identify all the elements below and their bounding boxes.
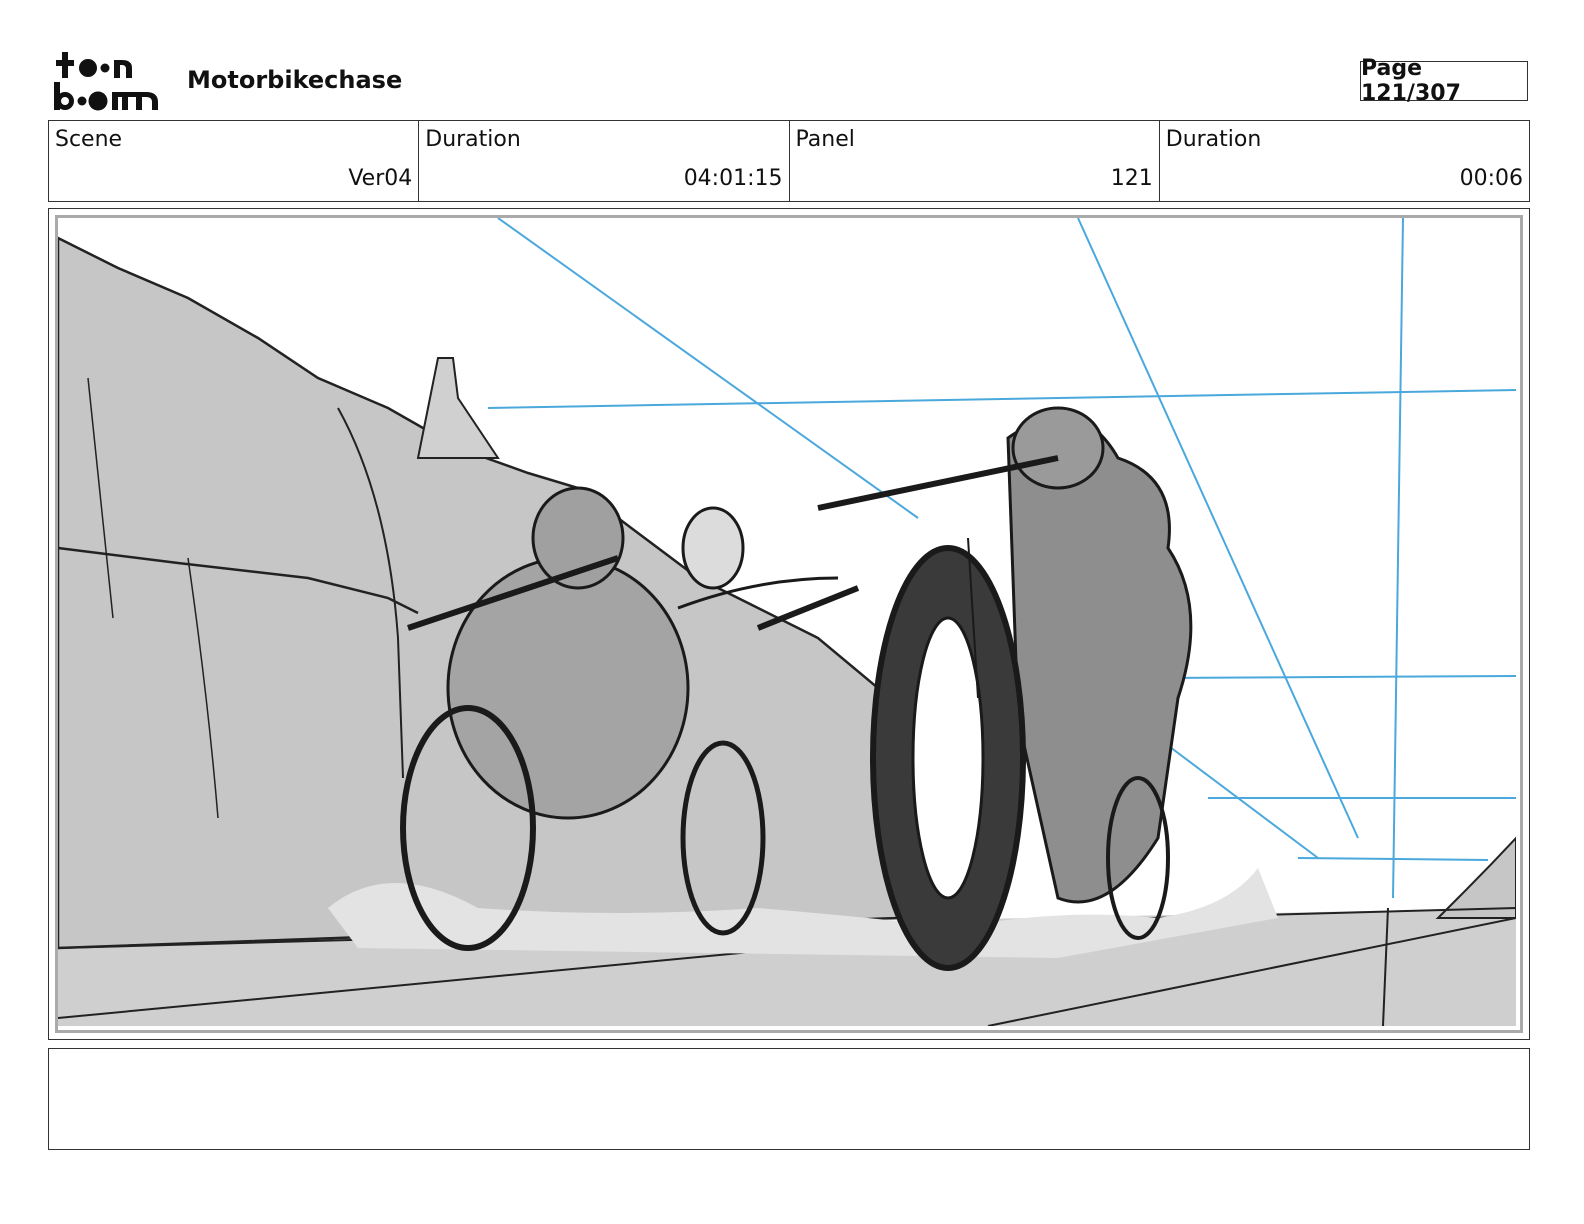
toonboom-logo <box>50 50 166 112</box>
panel-duration-label: Duration <box>1165 127 1262 152</box>
panel-duration-cell: Duration 00:06 <box>1160 121 1529 201</box>
scene-duration-cell: Duration 04:01:15 <box>419 121 790 201</box>
storyboard-panel <box>48 208 1530 1040</box>
panel-drawing <box>55 215 1523 1033</box>
notes-box <box>48 1048 1530 1150</box>
page-label: Page 121/307 <box>1361 56 1461 106</box>
info-table: Scene Ver04 Duration 04:01:15 Panel 121 … <box>48 120 1530 202</box>
scene-duration-value: 04:01:15 <box>683 166 783 191</box>
project-title: Motorbikechase <box>187 66 403 94</box>
scene-duration-label: Duration <box>425 127 521 152</box>
storyboard-sketch-image <box>58 218 1516 1026</box>
panel-label: Panel <box>795 127 855 152</box>
page-indicator: Page 121/307 <box>1360 56 1528 106</box>
scene-label: Scene <box>55 127 123 152</box>
scene-cell: Scene Ver04 <box>49 121 420 201</box>
panel-value: 121 <box>1110 166 1153 191</box>
panel-duration-value: 00:06 <box>1459 166 1523 191</box>
scene-value: Ver04 <box>348 166 413 191</box>
panel-cell: Panel 121 <box>790 121 1160 201</box>
